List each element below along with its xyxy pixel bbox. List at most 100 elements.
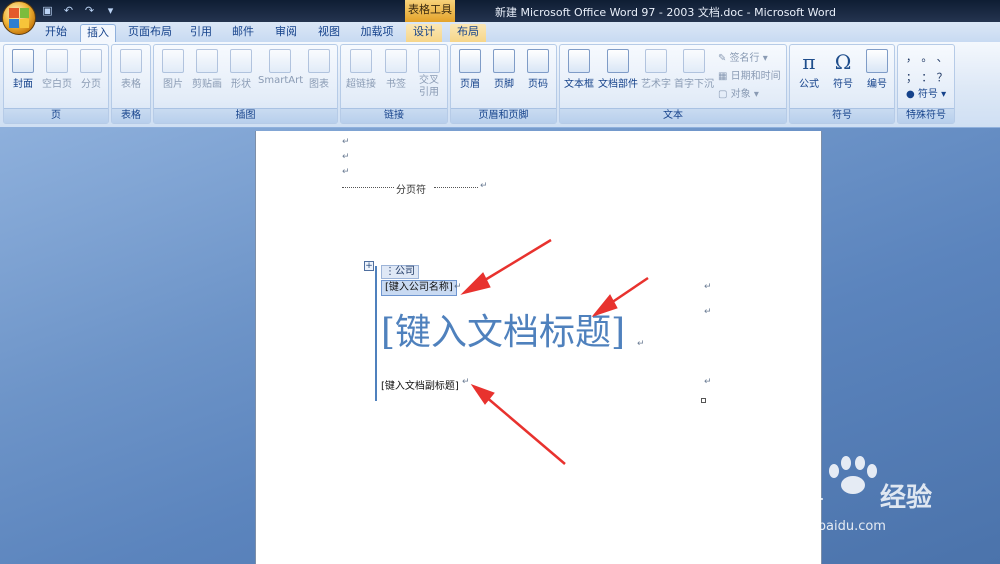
special-symbol[interactable]: ； (906, 69, 921, 85)
office-logo-icon (9, 8, 29, 28)
wordart-icon (645, 49, 667, 73)
header-button[interactable]: 页眉 (455, 49, 485, 90)
quick-parts-icon (607, 49, 629, 73)
smartart-icon (269, 49, 291, 73)
clipart-button[interactable]: 剪贴画 (190, 49, 224, 90)
cover-page-label: 封面 (13, 79, 33, 90)
bookmark-icon (385, 49, 407, 73)
textbox-icon (568, 49, 590, 73)
paragraph-mark: ↵ (704, 282, 712, 292)
group-label-tables: 表格 (112, 108, 150, 123)
paragraph-mark: ↵ (637, 339, 645, 349)
document-title-field[interactable]: [键入文档标题] (381, 309, 625, 357)
cover-page-icon (12, 49, 34, 73)
smartart-button[interactable]: SmartArt (258, 49, 303, 86)
blank-page-button[interactable]: 空白页 (40, 49, 74, 90)
quick-parts-button[interactable]: 文档部件 (598, 49, 638, 90)
table-button[interactable]: 表格 (116, 49, 146, 90)
special-symbol[interactable]: ， (906, 49, 921, 65)
save-icon[interactable]: ▣ (40, 3, 55, 18)
date-time-button[interactable]: ▦ 日期和时间 (718, 67, 781, 82)
textbox-label: 文本框 (564, 79, 594, 90)
group-special-symbols: ， 。 、 ； ： ？ ● 符号 ▾ 特殊符号 (897, 44, 955, 124)
symbol-label: 符号 (833, 79, 853, 90)
special-symbol-button[interactable]: ● 符号 ▾ (906, 85, 946, 100)
special-symbol-grid: ， 。 、 ； ： ？ (906, 49, 952, 85)
page-break-marker: 分页符 ↵ (342, 181, 488, 196)
table-move-handle-icon[interactable]: + (364, 261, 374, 271)
paragraph-mark: ↵ (704, 307, 712, 317)
drop-cap-icon (683, 49, 705, 73)
clipart-icon (196, 49, 218, 73)
quick-access-toolbar: ▣ ↶ ↷ ▾ (40, 3, 118, 18)
tab-design[interactable]: 设计 (406, 24, 442, 42)
group-label-links: 链接 (341, 108, 447, 123)
picture-button[interactable]: 图片 (158, 49, 188, 90)
wordart-button[interactable]: 艺术字 (640, 49, 672, 90)
footer-button[interactable]: 页脚 (489, 49, 519, 90)
group-text: 文本框 文档部件 艺术字 首字下沉 ✎ 签名行 ▾ ▦ 日期和时间 ▢ 对象 ▾… (559, 44, 787, 124)
group-label-symbols: 符号 (790, 108, 894, 123)
bookmark-button[interactable]: 书签 (381, 49, 411, 90)
tab-insert[interactable]: 插入 (80, 24, 116, 42)
paragraph-mark: ↵ (342, 152, 350, 162)
blank-page-label: 空白页 (42, 79, 72, 90)
cover-page-button[interactable]: 封面 (8, 49, 38, 90)
picture-icon (162, 49, 184, 73)
group-label-text: 文本 (560, 108, 786, 123)
special-symbol[interactable]: 、 (937, 49, 952, 65)
company-name-field[interactable]: [键入公司名称] (381, 280, 457, 296)
tab-view[interactable]: 视图 (314, 24, 344, 42)
footer-icon (493, 49, 515, 73)
signature-line-button[interactable]: ✎ 签名行 ▾ (718, 49, 768, 64)
pi-icon: π (802, 50, 816, 74)
tab-references[interactable]: 引用 (186, 24, 216, 42)
textbox-button[interactable]: 文本框 (562, 49, 596, 90)
group-label-header-footer: 页眉和页脚 (451, 108, 556, 123)
equation-button[interactable]: π 公式 (794, 49, 824, 90)
tab-home[interactable]: 开始 (38, 24, 74, 42)
hyperlink-button[interactable]: 超链接 (343, 49, 379, 90)
document-page[interactable]: ↵ ↵ ↵ 分页符 ↵ + ⋮公司 [键入公司名称] ↵ ↵ [键入文档标题] … (255, 131, 822, 564)
tab-layout[interactable]: 布局 (450, 24, 486, 42)
numbering-label: 编号 (867, 79, 887, 90)
special-symbol[interactable]: ？ (937, 69, 952, 85)
shapes-icon (230, 49, 252, 73)
tab-mailings[interactable]: 邮件 (228, 24, 258, 42)
drop-cap-button[interactable]: 首字下沉 (674, 49, 714, 90)
group-illustrations: 图片 剪贴画 形状 SmartArt 图表 插图 (153, 44, 338, 124)
page-break-button[interactable]: 分页 (76, 49, 106, 90)
numbering-icon (866, 49, 888, 73)
group-label-special-symbols: 特殊符号 (898, 108, 954, 123)
redo-icon[interactable]: ↷ (82, 3, 97, 18)
drop-cap-label: 首字下沉 (674, 79, 714, 90)
undo-icon[interactable]: ↶ (61, 3, 76, 18)
paragraph-mark: ↵ (462, 377, 470, 387)
paw-logo-icon (829, 456, 877, 494)
company-control-tag[interactable]: ⋮公司 (381, 265, 419, 279)
tab-page-layout[interactable]: 页面布局 (124, 24, 176, 42)
cross-reference-button[interactable]: 交叉引用 (413, 49, 445, 99)
title-bar: ▣ ↶ ↷ ▾ 表格工具 新建 Microsoft Office Word 97… (0, 0, 1000, 22)
group-pages: 封面 空白页 分页 页 (3, 44, 109, 124)
special-symbol[interactable]: ： (921, 69, 936, 85)
ribbon-tabs: 开始 插入 页面布局 引用 邮件 审阅 视图 加载项 设计 布局 (0, 22, 1000, 42)
symbol-button[interactable]: Ω 符号 (828, 49, 858, 90)
picture-label: 图片 (163, 79, 183, 90)
office-button[interactable] (2, 1, 36, 35)
watermark-brand: Bai (760, 469, 824, 509)
tab-review[interactable]: 审阅 (271, 24, 301, 42)
footer-label: 页脚 (494, 79, 514, 90)
customize-qat-icon[interactable]: ▾ (103, 3, 118, 18)
tab-addins[interactable]: 加载项 (357, 24, 397, 42)
equation-label: 公式 (799, 79, 819, 90)
chart-button[interactable]: 图表 (304, 49, 334, 90)
page-number-button[interactable]: 页码 (523, 49, 553, 90)
numbering-button[interactable]: 编号 (862, 49, 892, 90)
object-button[interactable]: ▢ 对象 ▾ (718, 85, 759, 100)
document-subtitle-field[interactable]: [键入文档副标题] (381, 377, 459, 392)
special-symbol[interactable]: 。 (921, 49, 936, 65)
hyperlink-label: 超链接 (346, 79, 376, 90)
object-label: 对象 (730, 89, 751, 100)
shapes-button[interactable]: 形状 (226, 49, 256, 90)
